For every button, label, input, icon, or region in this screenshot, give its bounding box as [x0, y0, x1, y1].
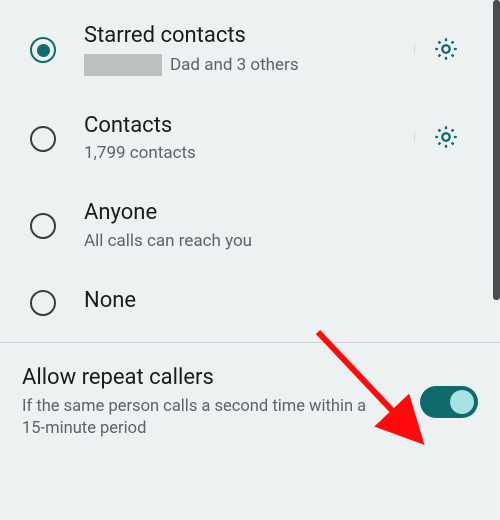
- option-row-starred[interactable]: Starred contacts Dad and 3 others: [0, 6, 500, 96]
- option-title: None: [84, 287, 404, 315]
- option-title: Contacts: [84, 112, 404, 140]
- option-subtitle: All calls can reach you: [84, 231, 404, 251]
- radio-contacts[interactable]: [30, 126, 56, 152]
- option-title: Anyone: [84, 199, 404, 227]
- divider-vertical: [414, 133, 415, 141]
- option-row-anyone[interactable]: Anyone All calls can reach you: [0, 183, 500, 271]
- divider-vertical: [414, 45, 415, 53]
- caller-options-list: Starred contacts Dad and 3 others Contac…: [0, 0, 500, 342]
- gear-icon[interactable]: [432, 35, 460, 63]
- repeat-desc: If the same person calls a second time w…: [22, 396, 382, 441]
- option-title: Starred contacts: [84, 22, 404, 50]
- gear-icon[interactable]: [432, 123, 460, 151]
- toggle-knob: [450, 390, 474, 414]
- repeat-toggle[interactable]: [420, 386, 478, 418]
- radio-none[interactable]: [30, 290, 56, 316]
- option-row-none[interactable]: None: [0, 271, 500, 342]
- radio-starred[interactable]: [30, 37, 56, 63]
- option-subtitle: Dad and 3 others: [84, 54, 404, 76]
- scrollbar[interactable]: [493, 0, 500, 300]
- repeat-title: Allow repeat callers: [22, 365, 408, 390]
- option-subtitle: 1,799 contacts: [84, 143, 404, 163]
- repeat-callers-row[interactable]: Allow repeat callers If the same person …: [0, 343, 500, 465]
- redacted-name: [84, 54, 162, 76]
- radio-anyone[interactable]: [30, 213, 56, 239]
- option-row-contacts[interactable]: Contacts 1,799 contacts: [0, 96, 500, 184]
